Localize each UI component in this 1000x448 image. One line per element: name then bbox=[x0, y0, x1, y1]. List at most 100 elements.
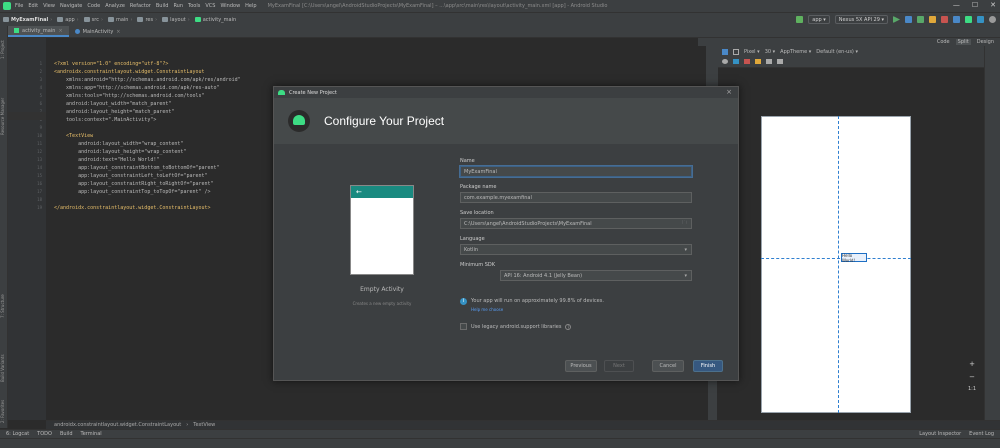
module-select[interactable]: app ▾ bbox=[808, 15, 830, 24]
zoom-actual-button[interactable]: 1:1 bbox=[968, 386, 976, 392]
folder-browse-icon[interactable]: 🗀 bbox=[682, 220, 687, 228]
sync-icon[interactable] bbox=[953, 16, 960, 23]
favorites-tool-tab[interactable]: 2: Favorites bbox=[0, 396, 8, 426]
code-line: app:layout_constraintRight_toRightOf="pa… bbox=[54, 181, 214, 187]
event-log-tab[interactable]: Event Log bbox=[969, 431, 994, 437]
horizontal-constraint bbox=[761, 258, 911, 260]
menu-build[interactable]: Build bbox=[156, 3, 169, 9]
maximize-button[interactable]: ☐ bbox=[972, 1, 978, 9]
design-surface-icon[interactable] bbox=[722, 49, 728, 55]
nav-crumb-file[interactable]: activity_main bbox=[194, 17, 236, 23]
build-variants-tool-tab[interactable]: Build Variants bbox=[0, 346, 8, 390]
breadcrumb-item[interactable]: TextView bbox=[193, 422, 215, 428]
todo-tab[interactable]: TODO bbox=[37, 431, 52, 437]
min-sdk-select[interactable]: API 16: Android 4.1 (Jelly Bean) ▾ bbox=[500, 270, 692, 281]
language-select[interactable]: Kotlin ▾ bbox=[460, 244, 692, 255]
package-field[interactable]: com.example.myexamfinal bbox=[460, 192, 692, 203]
window-title-path: MyExamFinal [C:\Users\angel\AndroidStudi… bbox=[267, 3, 608, 9]
device-select[interactable]: Nexus 5X API 29 ▾ bbox=[834, 15, 888, 24]
structure-tool-tab[interactable]: 7: Structure bbox=[0, 286, 8, 326]
stop-icon[interactable] bbox=[941, 16, 948, 23]
device-preview[interactable] bbox=[761, 116, 911, 413]
menu-window[interactable]: Window bbox=[220, 3, 240, 9]
eye-icon[interactable] bbox=[722, 59, 728, 64]
save-location-field[interactable]: C:\Users\angel\AndroidStudioProjects\MyE… bbox=[460, 218, 692, 229]
nav-crumb-main[interactable]: main › bbox=[107, 17, 135, 23]
clear-constraints-icon[interactable] bbox=[744, 59, 750, 64]
palette-strip[interactable] bbox=[706, 46, 718, 90]
name-field[interactable]: MyExamFinal bbox=[460, 166, 692, 177]
locale-label: Default (en-us) bbox=[816, 49, 854, 55]
help-me-choose-link[interactable]: Help me choose bbox=[471, 307, 503, 312]
close-icon[interactable]: × bbox=[726, 88, 732, 96]
menu-view[interactable]: View bbox=[43, 3, 55, 9]
align-icon[interactable] bbox=[766, 59, 772, 64]
terminal-tab[interactable]: Terminal bbox=[81, 431, 102, 437]
debug-icon[interactable] bbox=[917, 16, 924, 23]
menu-navigate[interactable]: Navigate bbox=[60, 3, 82, 9]
legacy-support-checkbox[interactable] bbox=[460, 323, 467, 330]
minimize-button[interactable]: — bbox=[953, 1, 960, 9]
build-tab[interactable]: Build bbox=[60, 431, 73, 437]
nav-crumb-project[interactable]: MyExamFinal › bbox=[3, 17, 54, 23]
device-select[interactable]: Pixel ▾ bbox=[744, 49, 760, 55]
menu-analyze[interactable]: Analyze bbox=[105, 3, 125, 9]
menu-edit[interactable]: Edit bbox=[28, 3, 38, 9]
search-icon[interactable] bbox=[989, 16, 996, 23]
right-tool-strip bbox=[984, 46, 1000, 420]
split-mode-button[interactable]: Split bbox=[955, 39, 971, 45]
sdk-manager-icon[interactable] bbox=[977, 16, 984, 23]
menu-file[interactable]: File bbox=[15, 3, 23, 9]
code-line: app:layout_constraintBottom_toBottomOf="… bbox=[54, 165, 220, 171]
guidelines-icon[interactable] bbox=[777, 59, 783, 64]
avd-manager-icon[interactable] bbox=[965, 16, 972, 23]
cancel-button[interactable]: Cancel bbox=[652, 360, 684, 372]
nav-crumb-res[interactable]: res › bbox=[137, 17, 159, 23]
theme-select[interactable]: AppTheme ▾ bbox=[780, 49, 811, 55]
android-studio-logo-icon bbox=[3, 2, 11, 10]
layout-inspector-tab[interactable]: Layout Inspector bbox=[919, 431, 961, 437]
dialog-header: Configure Your Project bbox=[274, 98, 738, 144]
zoom-out-button[interactable]: − bbox=[969, 373, 975, 381]
profile-icon[interactable] bbox=[929, 16, 936, 23]
logcat-tab[interactable]: 6: Logcat bbox=[6, 431, 29, 437]
nav-crumb-layout[interactable]: layout › bbox=[162, 17, 192, 23]
resource-manager-tool-tab[interactable]: Resource Manager bbox=[0, 86, 8, 146]
name-field-value: MyExamFinal bbox=[464, 168, 497, 175]
menu-vcs[interactable]: VCS bbox=[205, 3, 215, 9]
help-icon[interactable]: ? bbox=[565, 323, 572, 330]
line-number: 10 bbox=[37, 133, 42, 138]
api-select[interactable]: 30 ▾ bbox=[765, 49, 775, 55]
project-tool-tab[interactable]: 1: Project bbox=[0, 30, 8, 70]
code-mode-button[interactable]: Code bbox=[935, 39, 952, 45]
next-button[interactable]: Next bbox=[604, 360, 634, 372]
menu-run[interactable]: Run bbox=[173, 3, 183, 9]
menu-help[interactable]: Help bbox=[245, 3, 256, 9]
legacy-support-label: Use legacy android.support libraries bbox=[471, 323, 562, 330]
close-icon[interactable]: × bbox=[58, 28, 62, 34]
code-line: app:layout_constraintTop_toTopOf="parent… bbox=[54, 189, 211, 195]
menu-tools[interactable]: Tools bbox=[188, 3, 200, 9]
close-window-button[interactable]: ✕ bbox=[990, 1, 996, 9]
nav-crumb-app[interactable]: app › bbox=[57, 17, 80, 23]
magnet-icon[interactable] bbox=[733, 59, 739, 64]
apply-changes-icon[interactable] bbox=[905, 16, 912, 23]
infer-constraints-icon[interactable] bbox=[755, 59, 761, 64]
finish-button[interactable]: Finish bbox=[693, 360, 723, 372]
nav-crumb-src[interactable]: src › bbox=[83, 17, 105, 23]
close-icon[interactable]: × bbox=[116, 29, 120, 35]
hammer-icon[interactable] bbox=[796, 16, 804, 23]
menu-code[interactable]: Code bbox=[87, 3, 100, 9]
folder-icon bbox=[137, 17, 144, 22]
design-mode-button[interactable]: Design bbox=[975, 39, 996, 45]
run-icon[interactable] bbox=[893, 16, 900, 23]
zoom-in-button[interactable]: + bbox=[969, 360, 975, 368]
locale-select[interactable]: Default (en-us) ▾ bbox=[816, 49, 858, 55]
tab-main-activity[interactable]: MainActivity × bbox=[69, 26, 127, 37]
orientation-icon[interactable] bbox=[733, 49, 739, 55]
menu-refactor[interactable]: Refactor bbox=[130, 3, 151, 9]
textview-preview[interactable]: Hello World! bbox=[841, 253, 867, 263]
tab-activity-main[interactable]: activity_main × bbox=[8, 26, 69, 37]
previous-button[interactable]: Previous bbox=[565, 360, 597, 372]
breadcrumb-item[interactable]: androidx.constraintlayout.widget.Constra… bbox=[54, 422, 181, 428]
